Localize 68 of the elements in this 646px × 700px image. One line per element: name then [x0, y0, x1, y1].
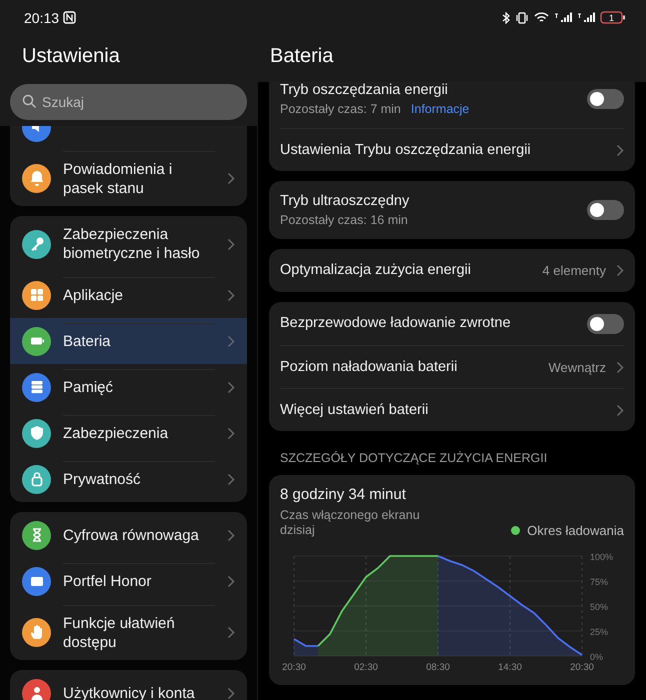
chevron-icon	[227, 574, 235, 588]
settings-row[interactable]: Poziom naładowania baterii Wewnątrz	[280, 345, 624, 388]
screen-title: Ustawienia	[21, 44, 121, 69]
settings-item[interactable]: Pamięć	[10, 364, 247, 410]
toggle-switch[interactable]	[587, 89, 624, 109]
settings-item[interactable]: Bateria	[10, 318, 247, 364]
settings-item[interactable]: Prywatność	[10, 456, 247, 502]
chevron-icon	[227, 626, 235, 638]
row-subtitle: Pozostały czas: 16 min	[280, 213, 408, 227]
axis-label: 0%	[590, 652, 604, 662]
chevron-icon	[616, 360, 624, 374]
chevron-icon	[227, 426, 235, 440]
axis-label: 02:30	[354, 662, 378, 673]
chevron-icon	[227, 380, 235, 394]
chevron-icon	[616, 264, 624, 277]
settings-item[interactable]: Funkcje ułatwień dostępu	[10, 604, 247, 660]
cellular-signal-icon	[577, 12, 595, 24]
row-title: Tryb oszczędzania energii	[280, 82, 449, 99]
settings-item[interactable]: Zabezpieczenia biometryczne i hasło	[10, 216, 247, 272]
chevron-icon	[227, 472, 235, 486]
chevron-icon	[227, 334, 235, 348]
row-value: Wewnątrz	[548, 360, 606, 374]
axis-label: 25%	[590, 627, 608, 637]
row-title: Bezprzewodowe ładowanie zwrotne	[280, 315, 512, 332]
axis-label: 14:30	[498, 662, 522, 673]
chevron-icon	[616, 404, 624, 416]
vibrate-icon	[515, 12, 529, 24]
battery-status-icon: 1	[600, 11, 626, 24]
usage-time: 8 godziny 34 minut	[280, 486, 407, 503]
chevron-icon	[227, 238, 235, 250]
axis-label: 75%	[590, 577, 608, 587]
chevron-icon	[227, 288, 235, 302]
search-icon	[22, 94, 37, 109]
toggle-switch[interactable]	[587, 200, 624, 220]
wifi-icon	[534, 12, 549, 24]
axis-label: 20:30	[282, 662, 306, 673]
axis-label: 20:30	[570, 662, 594, 673]
row-value: 4 elementy	[542, 263, 606, 278]
settings-row[interactable]: Więcej ustawień baterii	[280, 388, 624, 431]
axis-label: 08:30	[426, 662, 450, 673]
usage-caption: Czas włączonego ekranu dzisiaj	[280, 508, 421, 538]
row-title: Tryb ultraoszczędny	[280, 193, 410, 210]
toggle-switch[interactable]	[587, 314, 624, 334]
chevron-icon	[227, 528, 235, 542]
bluetooth-icon	[502, 12, 510, 24]
legend-label: Okres ładowania	[527, 523, 624, 538]
row-title: Więcej ustawień baterii	[280, 402, 430, 418]
chevron-icon	[227, 172, 235, 184]
settings-item[interactable]: Cyfrowa równowaga	[10, 512, 247, 558]
settings-item[interactable]: Aplikacje	[10, 272, 247, 318]
row-title: Poziom naładowania baterii	[280, 358, 458, 376]
row-title: Ustawienia Trybu oszczędzania energii	[280, 142, 532, 158]
section-heading: SZCZEGÓŁY DOTYCZĄCE ZUŻYCIA ENERGII	[279, 450, 548, 465]
cellular-signal-icon	[554, 12, 572, 24]
row-subtitle: Pozostały czas: 7 min	[280, 102, 401, 116]
search-field[interactable]: Szukaj	[10, 84, 247, 120]
chevron-icon	[227, 686, 235, 700]
chevron-icon	[616, 144, 624, 156]
row-title: Optymalizacja zużycia energii	[280, 262, 472, 279]
settings-row[interactable]: Ustawienia Trybu oszczędzania energii	[280, 128, 624, 171]
axis-label: 50%	[590, 602, 608, 612]
status-time: 20:13	[24, 10, 60, 26]
nfc-icon	[63, 11, 76, 24]
settings-item[interactable]: Zabezpieczenia	[10, 410, 247, 456]
settings-item[interactable]: Portfel Honor	[10, 558, 247, 604]
screen-title: Bateria	[269, 44, 334, 69]
info-link[interactable]: Informacje	[410, 102, 470, 116]
axis-label: 100%	[590, 552, 614, 562]
